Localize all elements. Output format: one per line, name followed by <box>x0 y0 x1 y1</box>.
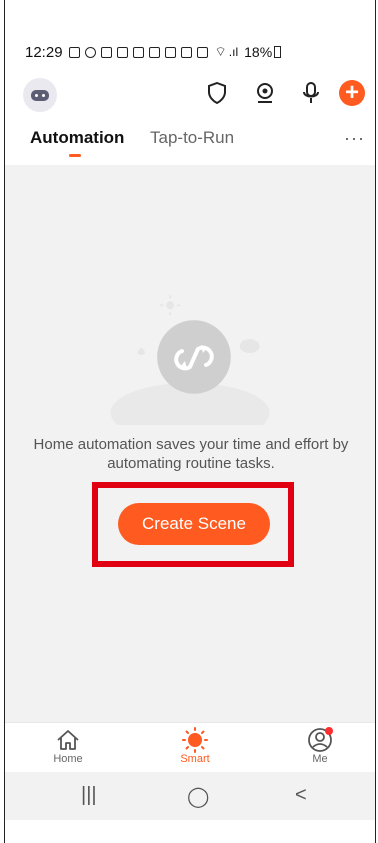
more-options-icon[interactable]: ··· <box>344 128 365 149</box>
nav-item-me[interactable]: Me <box>290 727 350 765</box>
nav-label-smart: Smart <box>180 753 210 765</box>
back-button[interactable]: < <box>295 784 307 807</box>
empty-state-description: Home automation saves your time and effo… <box>33 436 349 472</box>
bottom-blank-area <box>5 820 375 843</box>
tab-bar: Automation Tap-to-Run ··· <box>5 128 375 164</box>
sun-small-icon <box>160 295 181 316</box>
notification-dot <box>325 727 333 735</box>
status-bar: 12:29 ⌔ .ıl 18% <box>5 38 375 66</box>
add-plus-icon[interactable]: + <box>339 80 365 106</box>
tab-automation[interactable]: Automation <box>30 128 124 148</box>
profile-icon <box>290 727 350 753</box>
notification-icon <box>116 46 128 58</box>
camera-icon[interactable] <box>253 81 277 105</box>
signal-icon: .ıl <box>228 45 239 59</box>
robot-avatar-icon[interactable] <box>23 78 57 112</box>
notification-icon <box>164 46 176 58</box>
drop-icon <box>137 348 146 355</box>
nav-label-home: Home <box>53 753 83 765</box>
recents-button[interactable]: ||| <box>81 784 97 807</box>
nav-item-smart[interactable]: Smart <box>165 727 225 765</box>
bottom-nav: Home Smart Me <box>5 722 375 773</box>
home-button[interactable]: ◯ <box>187 784 209 809</box>
create-scene-button[interactable]: Create Scene <box>118 503 270 545</box>
tab-tap-to-run[interactable]: Tap-to-Run <box>150 128 234 148</box>
battery-icon <box>274 46 282 58</box>
nav-item-home[interactable]: Home <box>38 727 98 765</box>
sun-icon <box>165 727 225 753</box>
status-time: 12:29 <box>25 43 63 61</box>
phone-frame: 12:29 ⌔ .ıl 18% + Automation Tap-to-Run … <box>4 0 376 843</box>
wifi-icon: ⌔ <box>214 44 227 59</box>
top-bar: + <box>5 76 375 112</box>
robot-face <box>31 89 49 101</box>
notification-icon <box>84 46 96 58</box>
notification-icon <box>180 46 192 58</box>
system-nav-bar: ||| ◯ < <box>5 772 375 820</box>
automation-illustration <box>110 295 270 425</box>
mic-icon[interactable] <box>299 81 323 105</box>
notification-icon <box>132 46 144 58</box>
nav-label-me: Me <box>312 753 328 765</box>
notification-icon <box>68 46 80 58</box>
notification-icon <box>100 46 112 58</box>
notification-icon <box>196 46 208 58</box>
tab-active-indicator <box>69 154 81 157</box>
notification-icon <box>148 46 160 58</box>
shield-icon[interactable] <box>205 81 229 105</box>
home-icon <box>38 727 98 753</box>
battery-percent: 18% <box>244 44 273 60</box>
main-content: Home automation saves your time and effo… <box>5 165 375 722</box>
cloud-icon <box>239 339 260 354</box>
